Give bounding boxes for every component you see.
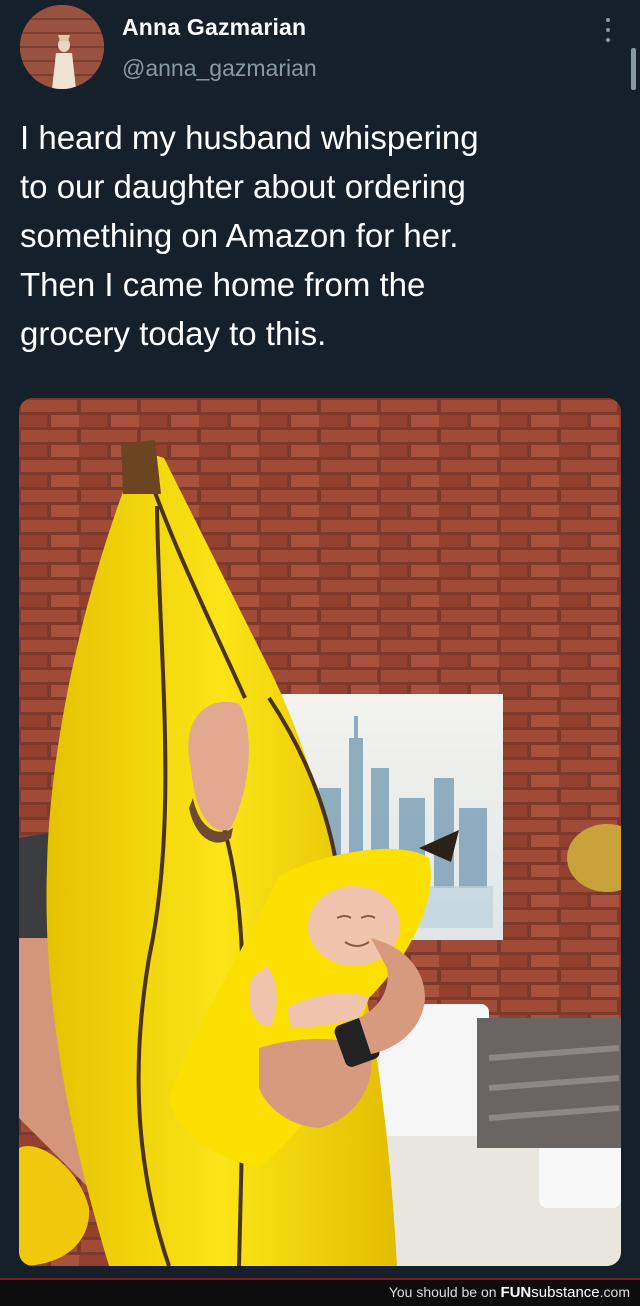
watermark-text[interactable]: You should be on FUNsubstance.com [389,1284,630,1301]
scrollbar-thumb[interactable] [631,48,636,90]
avatar-image [20,5,104,89]
author-handle[interactable]: @anna_gazmarian [122,55,317,82]
more-dot [606,28,610,32]
tweet-screen: Anna Gazmarian @anna_gazmarian I heard m… [0,0,640,1306]
watermark-prefix: You should be on [388,1284,501,1300]
photo-icon [19,398,621,1266]
more-options-icon[interactable] [598,18,618,42]
more-dot [606,18,610,22]
watermark-brand-rest: substance [531,1284,600,1301]
watermark-brand: FUN [500,1284,532,1301]
watermark-suffix: .com [599,1284,630,1300]
watermark-bar: You should be on FUNsubstance.com [0,1278,640,1306]
tweet-photo[interactable] [19,398,621,1266]
author-avatar[interactable] [20,5,104,89]
author-name[interactable]: Anna Gazmarian [122,14,306,41]
tweet-text: I heard my husband whispering to our dau… [20,119,479,352]
more-dot [606,38,610,42]
